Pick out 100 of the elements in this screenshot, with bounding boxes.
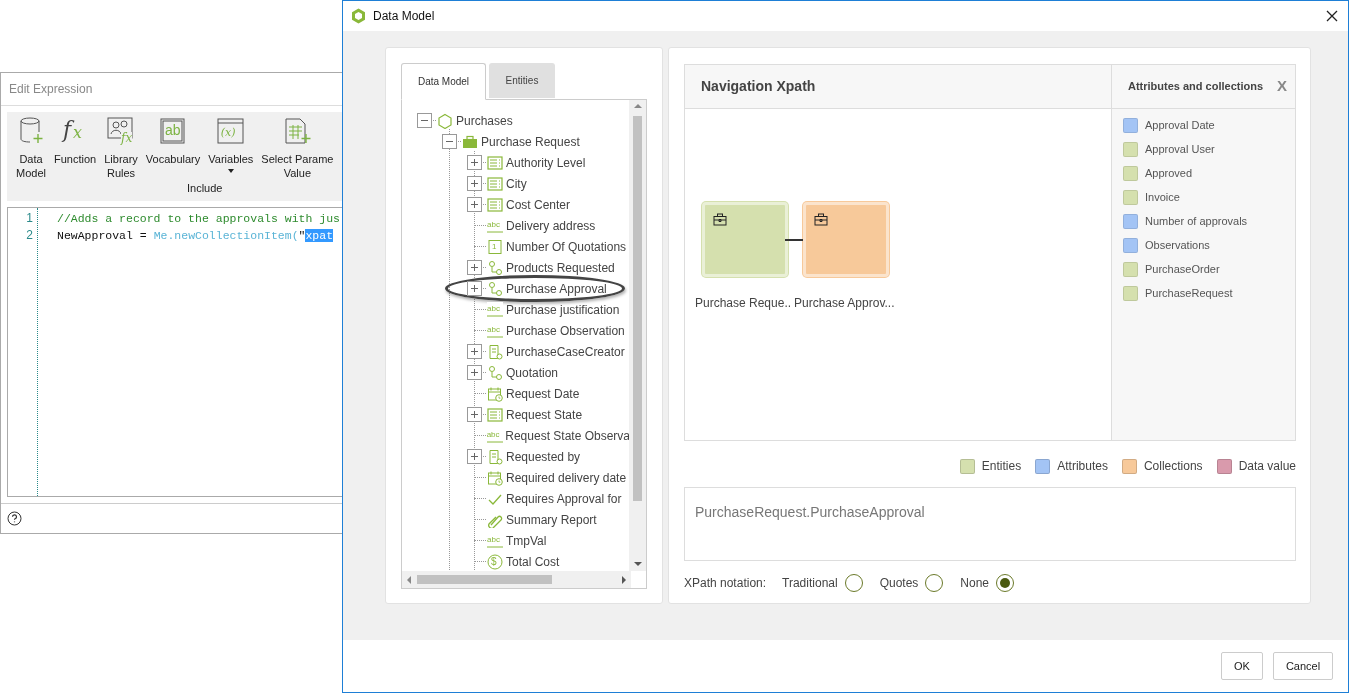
field-label: XPath notation: [684,575,767,592]
connector-line [785,239,803,241]
attribute-item[interactable]: Approval Date [1145,116,1215,134]
tree-item[interactable]: City [506,174,527,193]
caret-icon[interactable] [227,169,234,173]
code-line: //Adds a record to the approvals with jus [57,211,340,227]
entity-node[interactable] [803,202,889,277]
close-icon[interactable] [1326,10,1338,22]
list-icon [487,175,503,192]
expand-toggle[interactable] [467,344,482,359]
collapse-toggle[interactable] [442,134,457,149]
line-number: 2 [26,227,33,244]
tree-item[interactable]: Purchase Request [481,132,580,151]
scroll-down-icon[interactable] [633,562,642,566]
expand-toggle[interactable] [467,197,482,212]
expand-toggle[interactable] [467,407,482,422]
panel-title: Attributes and collections [1128,79,1265,95]
toolbar-button[interactable]: ab Vocabulary [142,116,204,166]
node-label: Purchase Reque.. [695,295,792,312]
document-user-icon [487,343,503,360]
document-user-icon [487,448,503,465]
attribute-item[interactable]: Approved [1145,164,1193,182]
variable-window-icon: (x) [215,116,246,146]
table-add-icon [282,116,313,146]
collapse-toggle[interactable] [417,113,432,128]
tree-item[interactable]: Purchase Approval [506,279,607,298]
entity-node[interactable] [702,202,788,277]
legend-label: Collections [1143,458,1203,475]
list-icon [487,196,503,213]
xpath-field[interactable]: PurchaseRequest.PurchaseApproval [684,487,1296,561]
expand-toggle[interactable] [467,365,482,380]
line-number: 1 [26,210,33,227]
briefcase-icon [713,213,727,226]
tree-item[interactable]: Required delivery date [506,468,627,487]
tree-item[interactable]: Purchase Observation [506,321,625,340]
toolbar-button[interactable]: (x) Variables [205,116,257,173]
tree-item[interactable]: Request State Observa [505,426,630,445]
expand-toggle[interactable] [467,155,482,170]
legend-label: Entities [981,458,1022,475]
radio-label: None [960,575,990,592]
attribute-item[interactable]: PurchaseOrder [1145,260,1220,278]
attribute-item[interactable]: Invoice [1145,188,1180,206]
dialog-button[interactable]: OK [1221,652,1263,680]
number-icon: 1 [487,238,503,255]
node-label: Purchase Approv... [794,295,895,312]
toolbar-button[interactable]: Select Parame Value [258,116,337,180]
scroll-right-icon[interactable] [622,575,626,584]
tree-item[interactable]: TmpVal [506,531,547,550]
tree-item[interactable]: Delivery address [506,216,596,235]
attribute-item[interactable]: Number of approvals [1145,212,1248,230]
tree-item[interactable]: Requires Approval for [506,489,622,508]
horizontal-scrollbar[interactable] [402,571,631,588]
function-icon: fx [60,116,91,146]
toolbar-button[interactable]: fx Library Rules [101,116,141,180]
tree-item[interactable]: Cost Center [506,195,571,214]
dialog-button[interactable]: Cancel [1273,652,1333,680]
calendar-clock-icon [487,469,503,486]
dialog-title: Data Model [373,8,436,25]
attribute-item[interactable]: Approval User [1145,140,1215,158]
group-label: Include [187,181,223,196]
tree-item[interactable]: Request State [506,405,583,424]
tree-item[interactable]: Purchases [456,111,513,130]
tree-item[interactable]: Number Of Quotations [506,237,627,256]
tree-item[interactable]: Authority Level [506,153,586,172]
tree-item[interactable]: Products Requested [506,258,615,277]
tab[interactable]: Data Model [401,63,486,100]
scroll-left-icon[interactable] [407,575,411,584]
tree-item[interactable]: Summary Report [506,510,597,529]
tree-item[interactable]: Request Date [506,384,580,403]
coin-icon: $ [487,553,503,570]
scroll-thumb[interactable] [633,116,642,501]
expand-toggle[interactable] [467,281,482,296]
help-icon[interactable] [7,511,22,526]
vertical-scrollbar[interactable] [629,100,646,571]
toolbar-button[interactable]: Data Model [13,116,49,180]
tree-item[interactable]: Total Cost [506,552,560,570]
list-icon [487,154,503,171]
code-line: NewApproval = Me.newCollectionItem("xpat [57,228,335,244]
app-logo-icon [351,8,366,24]
briefcase-icon [814,213,828,226]
expand-toggle[interactable] [467,176,482,191]
attribute-item[interactable]: PurchaseRequest [1145,284,1233,302]
tree-item[interactable]: PurchaseCaseCreator [506,342,625,361]
radio-label: Quotes [879,575,919,592]
toolbar-button[interactable]: fx Function [51,116,100,166]
tree-item[interactable]: Purchase justification [506,300,620,319]
calendar-clock-icon [487,385,503,402]
tree-item[interactable]: Quotation [506,363,559,382]
tab[interactable]: Entities [489,63,555,98]
scroll-up-icon[interactable] [633,104,642,108]
tree-item[interactable]: Requested by [506,447,581,466]
scroll-thumb[interactable] [417,575,552,584]
expand-toggle[interactable] [467,449,482,464]
expand-toggle[interactable] [467,260,482,275]
briefcase-icon [462,133,478,150]
panel-title: Navigation Xpath [701,77,816,96]
radio-label: Traditional [782,575,838,592]
hexagon-icon [437,112,453,129]
list-icon [487,406,503,423]
attribute-item[interactable]: Observations [1145,236,1210,254]
